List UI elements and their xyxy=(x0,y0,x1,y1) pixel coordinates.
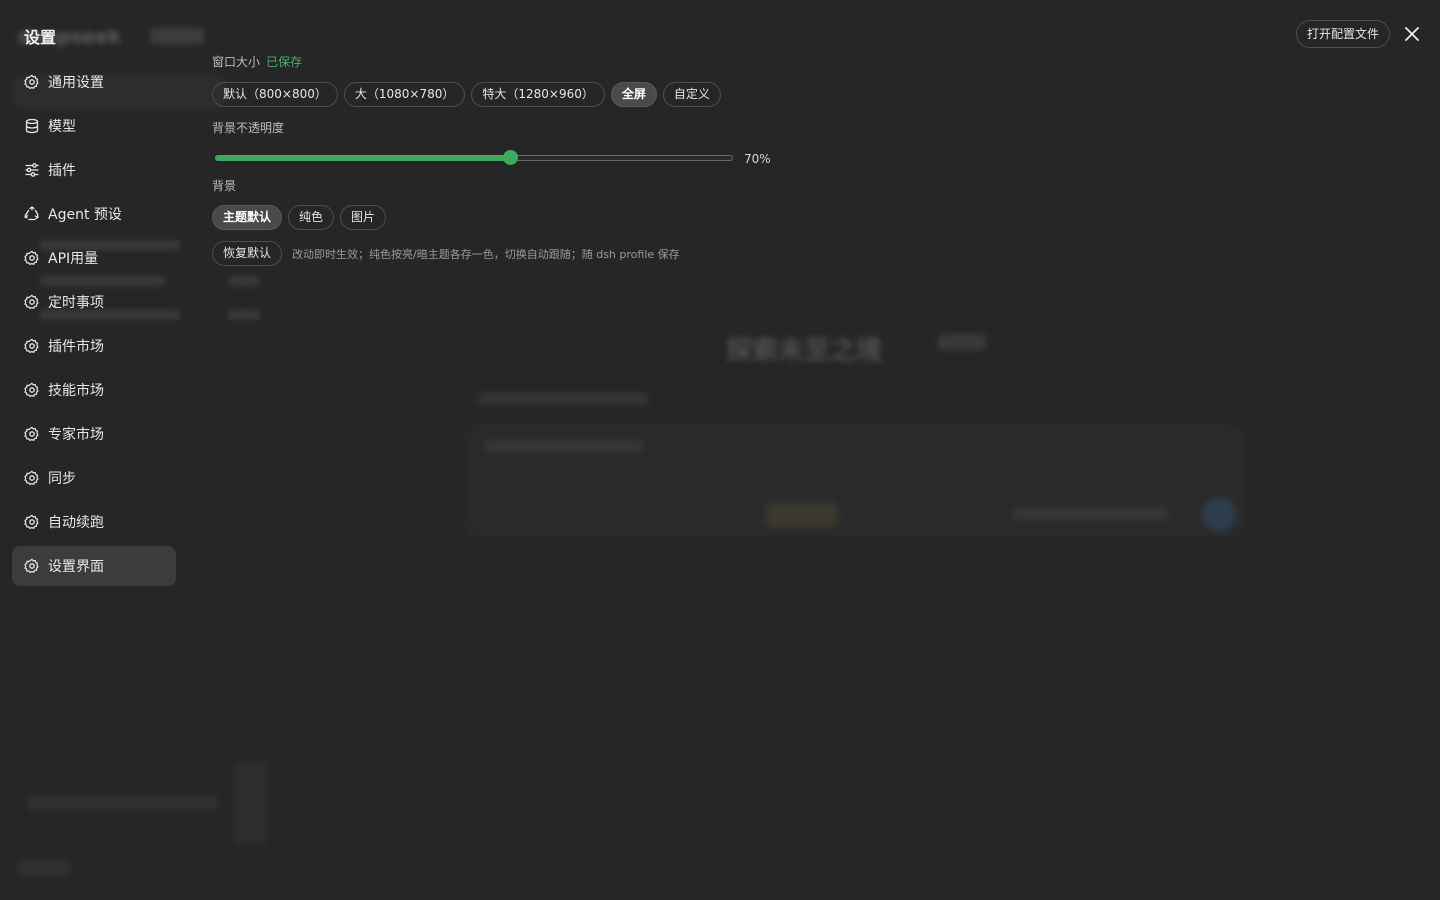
background-settings-link xyxy=(18,860,70,876)
gear-icon xyxy=(24,514,39,529)
sidebar-item-6[interactable]: 插件市场 xyxy=(12,326,176,366)
sidebar-item-0[interactable]: 通用设置 xyxy=(12,62,176,102)
sidebar-item-label: 模型 xyxy=(48,119,76,135)
sidebar-item-7[interactable]: 技能市场 xyxy=(12,370,176,410)
window-size-label: 窗口大小 xyxy=(212,55,261,69)
sidebar-item-8[interactable]: 专家市场 xyxy=(12,414,176,454)
background-pill xyxy=(766,503,838,527)
sidebar-item-11[interactable]: 设置界面 xyxy=(12,546,176,586)
opacity-label: 背景不透明度 xyxy=(212,121,285,135)
background-input-box xyxy=(466,425,1244,537)
gear-icon xyxy=(24,558,39,573)
sidebar-item-5[interactable]: 定时事项 xyxy=(12,282,176,322)
sidebar-item-label: 同步 xyxy=(48,471,76,487)
gear-icon xyxy=(24,382,39,397)
close-icon xyxy=(1405,27,1419,41)
open-config-button[interactable]: 打开配置文件 xyxy=(1296,20,1391,48)
window-size-option-0[interactable]: 默认（800×800） xyxy=(212,82,338,107)
reset-row: 恢复默认 改动即时生效；纯色按亮/暗主题各存一色，切换自动跟随；随 dsh pr… xyxy=(212,241,812,266)
close-button[interactable] xyxy=(1402,24,1422,44)
background-history-line xyxy=(228,310,260,320)
sidebar-item-2[interactable]: 插件 xyxy=(12,150,176,190)
background-bottom-bar xyxy=(28,796,218,810)
settings-sidebar: 通用设置模型插件 Agent 预设 API用量定时事项插件市场技能市场专家市场同步自… xyxy=(12,62,176,590)
reset-default-button[interactable]: 恢复默认 xyxy=(212,241,283,266)
sidebar-item-label: 插件市场 xyxy=(48,339,104,355)
sidebar-item-label: API用量 xyxy=(48,251,99,267)
background-vertical-bar xyxy=(234,762,268,844)
background-history-line xyxy=(228,276,260,286)
recycle-icon xyxy=(24,206,39,221)
background-option-2[interactable]: 图片 xyxy=(340,205,387,230)
background-input-placeholder xyxy=(484,440,644,452)
background-label: 背景 xyxy=(212,179,237,193)
settings-content: 窗口大小 已保存 默认（800×800） 大（1080×780） 特大（1280×96… xyxy=(212,54,812,266)
saved-status: 已保存 xyxy=(266,55,303,69)
sidebar-item-1[interactable]: 模型 xyxy=(12,106,176,146)
opacity-slider-thumb[interactable] xyxy=(503,150,518,165)
gear-icon xyxy=(24,426,39,441)
sidebar-item-label: 定时事项 xyxy=(48,295,104,311)
sidebar-item-3[interactable]: Agent 预设 xyxy=(12,194,176,234)
opacity-slider[interactable]: 70% xyxy=(212,149,812,169)
window-size-section-label: 窗口大小 已保存 xyxy=(212,54,812,71)
database-icon xyxy=(25,118,39,134)
gear-icon xyxy=(24,294,39,309)
sidebar-item-10[interactable]: 自动续跑 xyxy=(12,502,176,542)
background-option-1[interactable]: 纯色 xyxy=(288,205,335,230)
opacity-slider-fill xyxy=(215,155,510,161)
background-hero-badge xyxy=(938,334,986,350)
sidebar-item-label: 技能市场 xyxy=(48,383,104,399)
background-option-0[interactable]: 主题默认 xyxy=(212,205,283,230)
sidebar-item-label: 通用设置 xyxy=(48,75,104,91)
background-badge xyxy=(150,28,204,44)
background-toolbar xyxy=(478,393,648,405)
gear-icon xyxy=(24,338,39,353)
sidebar-item-4[interactable]: API用量 xyxy=(12,238,176,278)
sidebar-item-label: 专家市场 xyxy=(48,427,104,443)
background-hero-title: 探索未至之境 xyxy=(726,336,883,366)
window-size-option-1[interactable]: 大（1080×780） xyxy=(343,82,466,107)
gear-icon xyxy=(24,74,39,89)
sidebar-item-label: 插件 xyxy=(48,163,76,179)
gear-icon xyxy=(24,250,39,265)
sliders-icon xyxy=(25,163,39,177)
window-size-option-2[interactable]: 特大（1280×960） xyxy=(471,82,605,107)
sidebar-item-label: 设置界面 xyxy=(48,559,104,575)
background-send-button xyxy=(1202,497,1236,531)
background-options: 主题默认 纯色 图片 xyxy=(212,205,812,230)
background-model-label xyxy=(1012,508,1168,520)
sidebar-item-9[interactable]: 同步 xyxy=(12,458,176,498)
gear-icon xyxy=(24,470,39,485)
sidebar-item-label: Agent 预设 xyxy=(48,207,122,223)
reset-hint: 改动即时生效；纯色按亮/暗主题各存一色，切换自动跟随；随 dsh profile… xyxy=(292,247,680,261)
window-size-option-3[interactable]: 全屏 xyxy=(610,82,657,107)
window-size-option-4[interactable]: 自定义 xyxy=(662,82,721,107)
window-size-options: 默认（800×800） 大（1080×780） 特大（1280×960） 全屏 自定义 xyxy=(212,82,812,107)
opacity-value: 70% xyxy=(744,152,771,166)
sidebar-item-label: 自动续跑 xyxy=(48,515,104,531)
settings-title: 设置 xyxy=(24,28,57,47)
